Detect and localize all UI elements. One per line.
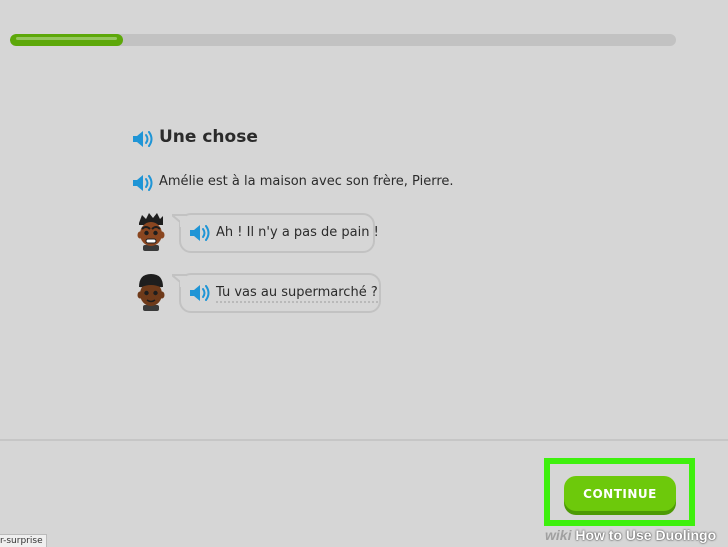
watermark-brand: wiki [545,527,572,543]
message-bubble: Ah ! Il n'y a pas de pain ! [172,213,379,253]
character-avatar-icon [137,213,165,251]
status-tag: r-surprise [0,534,47,547]
lesson-progress-fill [10,34,124,46]
bubble-tail-icon [172,274,186,287]
speaker-icon[interactable] [132,130,154,148]
speaker-icon[interactable] [189,284,211,302]
speaker-icon[interactable] [189,224,211,242]
watermark: wiki How to Use Duolingo [545,525,716,546]
bubble-tail-icon [172,214,186,227]
story-narration: Amélie est à la maison avec son frère, P… [159,174,454,189]
message-bubble: Tu vas au supermarché ? [172,273,381,313]
lesson-progress-bar [10,34,676,46]
message-text: Ah ! Il n'y a pas de pain ! [216,225,379,240]
footer-divider [0,439,728,441]
continue-button[interactable]: CONTINUE [564,476,676,511]
story-title: Une chose [159,127,258,147]
message-text[interactable]: Tu vas au supermarché ? [216,285,378,303]
character-avatar-icon [137,274,165,311]
watermark-text: How to Use Duolingo [575,527,717,543]
speaker-icon[interactable] [132,174,154,192]
